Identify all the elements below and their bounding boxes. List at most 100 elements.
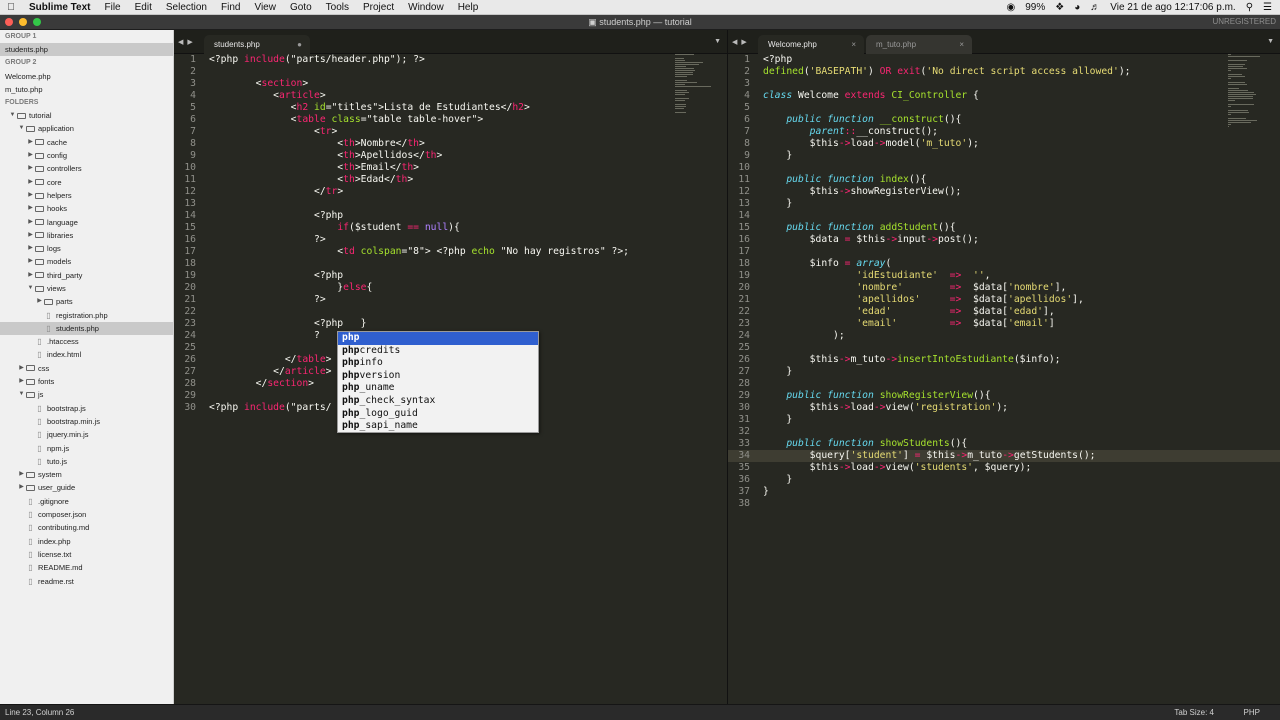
disclosure-closed-icon[interactable]: ▶ xyxy=(26,202,35,215)
code-line[interactable]: $this->load->view('registration'); xyxy=(763,402,1008,413)
code-line[interactable]: <th>Nombre</th> xyxy=(209,138,425,149)
code-line[interactable]: public function showStudents(){ xyxy=(763,438,967,449)
tree-file[interactable]: ▯ jquery.min.js xyxy=(0,428,173,441)
autocomplete-item[interactable]: php_logo_guid xyxy=(338,408,538,421)
disclosure-closed-icon[interactable]: ▶ xyxy=(17,362,26,375)
code-line[interactable]: $info = array( xyxy=(763,258,892,269)
disclosure-closed-icon[interactable]: ▶ xyxy=(26,269,35,282)
code-line[interactable]: parent::__construct(); xyxy=(763,126,938,137)
code-line[interactable]: </section> xyxy=(209,378,314,389)
unsaved-dot-icon[interactable]: ● xyxy=(297,35,302,54)
code-line[interactable]: 'apellidos' => $data['apellidos'], xyxy=(763,294,1084,305)
disclosure-open-icon[interactable]: ▼ xyxy=(17,122,26,135)
wifi-icon[interactable]: ◕ xyxy=(1074,2,1080,13)
tab-students[interactable]: students.php ● xyxy=(204,35,310,54)
disclosure-closed-icon[interactable]: ▶ xyxy=(35,295,44,308)
disclosure-closed-icon[interactable]: ▶ xyxy=(26,229,35,242)
tab-welcome[interactable]: Welcome.php × xyxy=(758,35,864,54)
code-line[interactable]: class Welcome extends CI_Controller { xyxy=(763,90,979,101)
disclosure-open-icon[interactable]: ▼ xyxy=(26,282,35,295)
tree-file[interactable]: ▯ registration.php xyxy=(0,309,173,322)
code-line[interactable]: <th>Edad</th> xyxy=(209,174,413,185)
code-line[interactable]: }else{ xyxy=(209,282,372,293)
code-line[interactable]: defined('BASEPATH') OR exit('No direct s… xyxy=(763,66,1131,77)
disclosure-closed-icon[interactable]: ▶ xyxy=(26,149,35,162)
code-line[interactable]: ); xyxy=(763,330,845,341)
tree-folder[interactable]: ▶ cache xyxy=(0,136,173,149)
code-line[interactable]: <h2 id="titles">Lista de Estudiantes</h2… xyxy=(209,102,530,113)
tree-folder[interactable]: ▶ fonts xyxy=(0,375,173,388)
code-line[interactable]: 'edad' => $data['edad'], xyxy=(763,306,1054,317)
tree-folder[interactable]: ▶ core xyxy=(0,176,173,189)
disclosure-closed-icon[interactable]: ▶ xyxy=(26,176,35,189)
code-line[interactable]: $this->m_tuto->insertIntoEstudiante($inf… xyxy=(763,354,1061,365)
menu-project[interactable]: Project xyxy=(356,2,401,13)
menu-goto[interactable]: Goto xyxy=(283,2,319,13)
tree-file[interactable]: ▯ composer.json xyxy=(0,508,173,521)
code-line[interactable]: $query['student'] = $this->m_tuto->getSt… xyxy=(763,450,1096,461)
disclosure-closed-icon[interactable]: ▶ xyxy=(17,481,26,494)
tree-folder[interactable]: ▶ language xyxy=(0,216,173,229)
menu-view[interactable]: View xyxy=(247,2,283,13)
code-line[interactable]: <tr> xyxy=(209,126,337,137)
code-line[interactable]: <th>Email</th> xyxy=(209,162,419,173)
disclosure-closed-icon[interactable]: ▶ xyxy=(17,375,26,388)
syntax-selector[interactable]: PHP xyxy=(1244,705,1260,720)
code-line[interactable]: <?php } xyxy=(209,318,367,329)
code-line[interactable]: } xyxy=(763,486,769,497)
tree-folder[interactable]: ▶ parts xyxy=(0,295,173,308)
spotlight-icon[interactable]: ⚲ xyxy=(1246,2,1253,13)
code-line[interactable]: <article> xyxy=(209,90,326,101)
code-line[interactable]: public function showRegisterView(){ xyxy=(763,390,990,401)
tab-dropdown-icon[interactable]: ▼ xyxy=(714,38,721,45)
tree-folder[interactable]: ▶ helpers xyxy=(0,189,173,202)
code-line[interactable]: $this->load->model('m_tuto'); xyxy=(763,138,979,149)
tree-folder[interactable]: ▶ third_party xyxy=(0,269,173,282)
tree-file[interactable]: ▯ .gitignore xyxy=(0,495,173,508)
code-line[interactable]: } xyxy=(763,198,792,209)
open-file-students[interactable]: students.php xyxy=(0,43,173,57)
tab-size-selector[interactable]: Tab Size: 4 xyxy=(1174,705,1214,720)
menu-file[interactable]: File xyxy=(98,2,128,13)
tree-file[interactable]: ▯ license.txt xyxy=(0,548,173,561)
tree-file[interactable]: ▯ npm.js xyxy=(0,442,173,455)
tree-file[interactable]: ▯ contributing.md xyxy=(0,521,173,534)
autocomplete-item[interactable]: php_check_syntax xyxy=(338,395,538,408)
tree-file[interactable]: ▯ README.md xyxy=(0,561,173,574)
tree-folder[interactable]: ▶ hooks xyxy=(0,202,173,215)
code-line[interactable]: <?php xyxy=(763,54,792,65)
tab-nav-arrows[interactable]: ◀▶ xyxy=(732,38,751,46)
disclosure-closed-icon[interactable]: ▶ xyxy=(26,255,35,268)
tree-file[interactable]: ▯ tuto.js xyxy=(0,455,173,468)
code-line[interactable]: public function index(){ xyxy=(763,174,926,185)
code-line[interactable]: <?php xyxy=(209,210,343,221)
disclosure-open-icon[interactable]: ▼ xyxy=(17,388,26,401)
menu-window[interactable]: Window xyxy=(401,2,451,13)
tree-folder[interactable]: ▼ application xyxy=(0,122,173,135)
tree-folder[interactable]: ▶ models xyxy=(0,255,173,268)
tree-folder[interactable]: ▼ tutorial xyxy=(0,109,173,122)
code-line[interactable]: </table> xyxy=(209,354,332,365)
code-line[interactable]: <?php xyxy=(209,270,343,281)
tab-dropdown-icon[interactable]: ▼ xyxy=(1267,38,1274,45)
volume-icon[interactable]: ♬ xyxy=(1090,2,1100,13)
tree-folder[interactable]: ▼ views xyxy=(0,282,173,295)
autocomplete-item[interactable]: phpinfo xyxy=(338,357,538,370)
tree-file[interactable]: ▯ bootstrap.js xyxy=(0,402,173,415)
autocomplete-item[interactable]: phpversion xyxy=(338,370,538,383)
menu-find[interactable]: Find xyxy=(214,2,247,13)
code-line[interactable]: ?> xyxy=(209,234,326,245)
disclosure-closed-icon[interactable]: ▶ xyxy=(17,468,26,481)
tree-file[interactable]: ▯ readme.rst xyxy=(0,575,173,588)
tree-file[interactable]: ▯ bootstrap.min.js xyxy=(0,415,173,428)
code-line[interactable]: <?php include("parts/ xyxy=(209,402,332,413)
code-line[interactable]: ? xyxy=(209,330,320,341)
tree-folder[interactable]: ▶ logs xyxy=(0,242,173,255)
code-line[interactable]: } xyxy=(763,414,792,425)
tree-file[interactable]: ▯ index.php xyxy=(0,535,173,548)
code-line[interactable]: <td colspan="8"> <?php echo "No hay regi… xyxy=(209,246,629,257)
tree-folder[interactable]: ▶ user_guide xyxy=(0,481,173,494)
code-line[interactable]: public function __construct(){ xyxy=(763,114,961,125)
code-line[interactable]: if($student == null){ xyxy=(209,222,460,233)
code-line[interactable]: } xyxy=(763,150,792,161)
